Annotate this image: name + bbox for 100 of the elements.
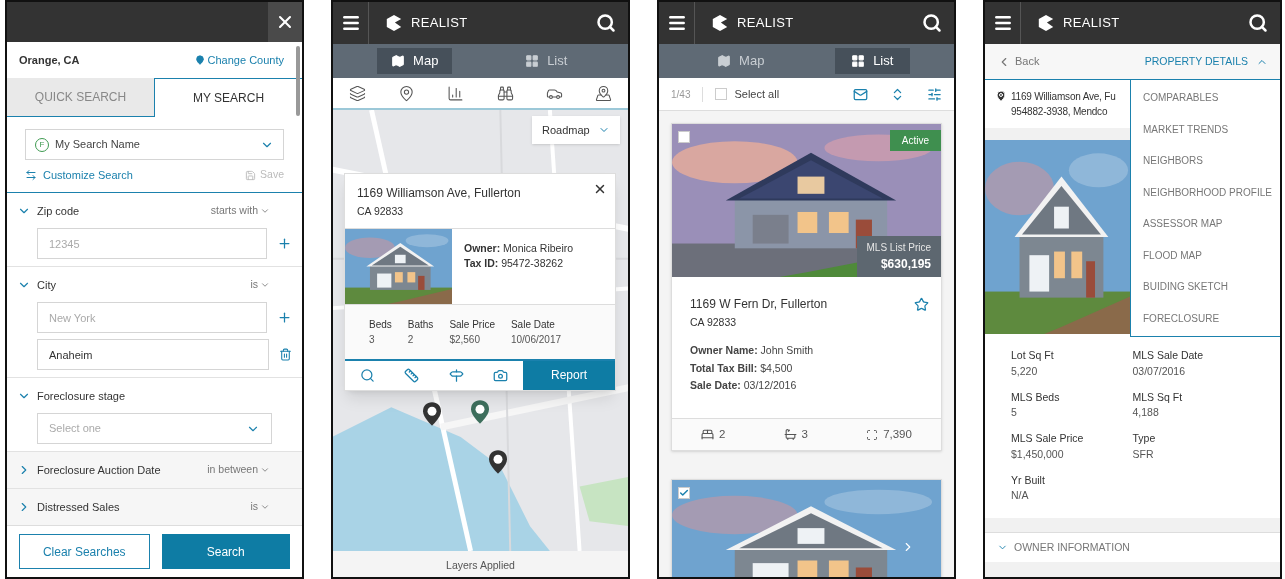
- filter-label: Zip code: [37, 203, 81, 219]
- action-button[interactable]: Search: [161, 534, 290, 569]
- menu-item[interactable]: COMPARABLES: [1131, 82, 1280, 114]
- grid-icon: [851, 54, 866, 68]
- view-tab[interactable]: Map: [703, 48, 779, 74]
- text-field[interactable]: New York: [37, 302, 267, 333]
- filter-label: Foreclosure Auction Date: [37, 462, 162, 478]
- layers-icon: [349, 84, 367, 102]
- view-tab[interactable]: Map: [377, 48, 453, 74]
- view-tab[interactable]: List: [508, 48, 584, 74]
- action-button[interactable]: Clear Searches: [19, 534, 150, 569]
- listing-detail: Sale Date: 03/12/2016: [690, 378, 798, 394]
- add-icon[interactable]: [277, 236, 292, 251]
- caret-icon: [260, 206, 270, 216]
- app-logo: REALIST: [1063, 14, 1120, 33]
- swap-icon: [25, 169, 37, 181]
- price-label: MLS List Price: [866, 241, 931, 255]
- text-field[interactable]: 12345: [37, 228, 267, 259]
- price-value: $630,195: [880, 256, 931, 273]
- fact-value: 5: [1011, 405, 1018, 421]
- map-icon: [717, 54, 732, 68]
- address-line: 954882-3938, Mendco: [1011, 105, 1109, 119]
- bath-icon: [783, 428, 797, 441]
- operator-dropdown[interactable]: is: [250, 499, 270, 515]
- caret-icon: [260, 465, 270, 475]
- map-tool-button[interactable]: [447, 84, 465, 102]
- area-icon: [866, 428, 879, 441]
- logo-icon: [1037, 14, 1055, 32]
- address-line: 1169 Williamson Ave, Fu: [1011, 90, 1116, 104]
- caret-icon: [260, 502, 270, 512]
- search-icon: [1248, 13, 1268, 33]
- menu-item[interactable]: FLOOD MAP: [1131, 239, 1280, 271]
- search-icon: [596, 13, 616, 33]
- star-icon[interactable]: [914, 297, 929, 312]
- operator-dropdown[interactable]: starts with: [210, 203, 270, 219]
- section-menu-button[interactable]: PROPERTY DETAILS: [1144, 53, 1268, 70]
- listing-zip: CA 92833: [690, 315, 737, 330]
- beds-count: 2: [719, 426, 726, 442]
- fact-value: SFR: [1132, 446, 1155, 462]
- mail-icon[interactable]: [853, 86, 868, 102]
- listing-card[interactable]: Active MLS List Price $630,195 1169 W Fern Dr, Fullerton CA 92833 Owner Name: John Smith Total Tax Bill: $4,500 Sale Date: 03/12/2016 2 3 7,390: [671, 123, 942, 451]
- saved-search-dropdown[interactable]: F My Search Name: [25, 129, 284, 160]
- operator-dropdown[interactable]: is: [250, 277, 270, 293]
- menu-item[interactable]: ASSESSOR MAP: [1131, 208, 1280, 240]
- fact-value: 4,188: [1132, 405, 1160, 421]
- customize-search-link[interactable]: Customize Search: [25, 166, 133, 184]
- fact-value: N/A: [1011, 488, 1030, 504]
- map-tool-button[interactable]: [496, 84, 514, 102]
- logo-icon: [711, 14, 729, 32]
- menu-item[interactable]: MARKET TRENDS: [1131, 113, 1280, 145]
- area-value: 7,390: [883, 426, 912, 442]
- filter-label: Foreclosure stage: [37, 388, 127, 404]
- listing-detail: Total Tax Bill: $4,500: [690, 360, 794, 376]
- back-button[interactable]: Back: [997, 53, 1040, 70]
- map-pin-icon: [594, 84, 612, 102]
- select-all-label: Select all: [734, 86, 780, 102]
- bed-icon: [701, 428, 715, 441]
- map-icon: [391, 54, 406, 68]
- fact-label: MLS Sq Ft: [1132, 389, 1184, 405]
- menu-icon: [340, 13, 361, 33]
- add-icon[interactable]: [277, 310, 292, 325]
- operator-dropdown[interactable]: in between: [207, 462, 270, 478]
- search-tab[interactable]: MY SEARCH: [154, 78, 302, 117]
- close-button[interactable]: [268, 2, 302, 42]
- menu-item[interactable]: FORECLOSURE: [1131, 302, 1280, 334]
- select-field[interactable]: Select one: [37, 413, 272, 444]
- app-logo: REALIST: [737, 14, 794, 33]
- owner-section-header[interactable]: OWNER INFORMATION: [985, 532, 1280, 562]
- listing-detail: Owner Name: John Smith: [690, 342, 815, 358]
- layers-bar[interactable]: Layers Applied: [333, 551, 628, 577]
- result-count: 1/43: [671, 86, 704, 102]
- checkbox[interactable]: [678, 487, 690, 499]
- search-tab[interactable]: QUICK SEARCH: [7, 78, 154, 117]
- county-label: Orange, CA: [19, 52, 80, 68]
- menu-item[interactable]: NEIGHBORHOOD PROFILE: [1131, 176, 1280, 208]
- checkbox[interactable]: [678, 131, 690, 143]
- scrollbar[interactable]: [296, 46, 300, 116]
- filter-label: Distressed Sales: [37, 499, 121, 515]
- text-field[interactable]: Anaheim: [37, 339, 269, 370]
- change-county-link[interactable]: Change County: [194, 51, 284, 69]
- caret-icon: [260, 280, 270, 290]
- pin-icon: [995, 90, 1007, 102]
- filter-label: City: [37, 277, 57, 293]
- trash-icon[interactable]: [279, 348, 292, 361]
- check-icon: [679, 488, 689, 498]
- checkbox[interactable]: [715, 88, 728, 100]
- map-tool-button[interactable]: [398, 84, 416, 102]
- menu-item[interactable]: BUIDING SKETCH: [1131, 271, 1280, 303]
- listing-address: 1169 W Fern Dr, Fullerton: [690, 296, 828, 313]
- fact-label: Type: [1132, 431, 1157, 446]
- map-tool-button[interactable]: [349, 84, 367, 102]
- view-tab[interactable]: List: [834, 48, 910, 74]
- menu-icon: [992, 13, 1013, 33]
- menu-item[interactable]: NEIGHBORS: [1131, 145, 1280, 177]
- menu-icon: [666, 13, 687, 33]
- map-tool-button[interactable]: [594, 84, 612, 102]
- binoculars-icon: [496, 84, 514, 102]
- filter-icon[interactable]: [927, 86, 942, 102]
- bar-chart-icon: [447, 84, 465, 102]
- fact-value: 03/07/2016: [1132, 363, 1187, 379]
